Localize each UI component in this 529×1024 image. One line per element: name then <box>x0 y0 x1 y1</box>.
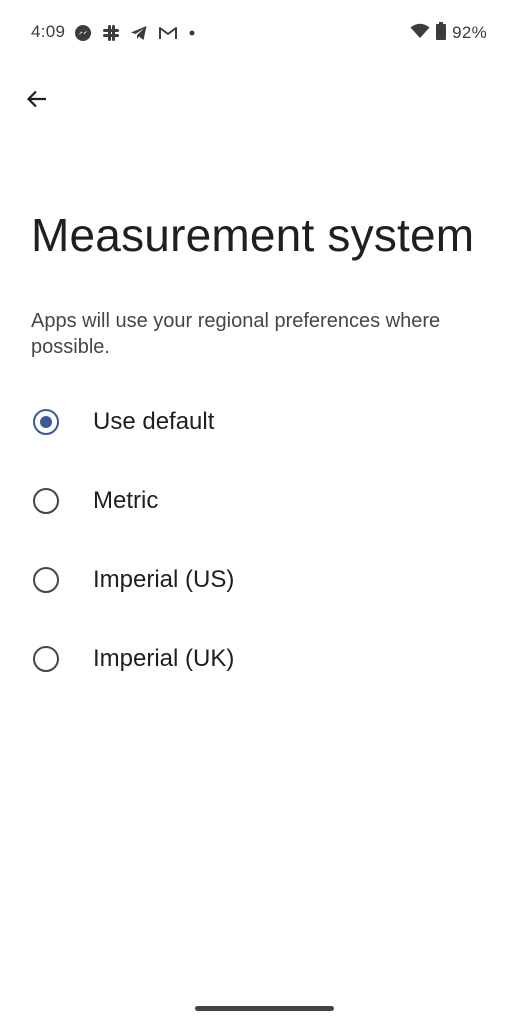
notification-icons <box>74 22 196 44</box>
battery-icon <box>436 21 447 45</box>
measurement-options: Use default Metric Imperial (US) Imperia… <box>0 382 529 698</box>
battery-percent: 92% <box>452 23 487 42</box>
radio-button[interactable] <box>33 566 59 593</box>
option-metric[interactable]: Metric <box>0 461 529 540</box>
messenger-icon <box>74 24 92 42</box>
gesture-nav-handle[interactable] <box>195 1006 334 1011</box>
telegram-icon <box>130 24 148 42</box>
radio-button[interactable] <box>33 487 59 514</box>
system-status: 92% <box>410 21 487 45</box>
option-label: Use default <box>93 407 215 435</box>
wifi-icon <box>410 23 430 44</box>
option-use-default[interactable]: Use default <box>0 382 529 461</box>
back-button[interactable] <box>16 80 58 122</box>
status-time: 4:09 <box>31 22 66 41</box>
option-label: Metric <box>93 486 159 514</box>
status-bar: 4:09 92% <box>0 0 529 64</box>
radio-button[interactable] <box>33 645 59 672</box>
option-imperial-us[interactable]: Imperial (US) <box>0 540 529 619</box>
slack-icon <box>102 24 120 42</box>
dot-icon <box>188 29 196 37</box>
option-label: Imperial (US) <box>93 565 235 593</box>
arrow-back-icon <box>25 87 49 116</box>
option-label: Imperial (UK) <box>93 644 235 672</box>
page-title: Measurement system <box>31 209 475 261</box>
gmail-icon <box>158 25 178 41</box>
option-imperial-uk[interactable]: Imperial (UK) <box>0 619 529 698</box>
page-description: Apps will use your regional preferences … <box>31 310 441 358</box>
radio-button-selected[interactable] <box>33 408 59 435</box>
